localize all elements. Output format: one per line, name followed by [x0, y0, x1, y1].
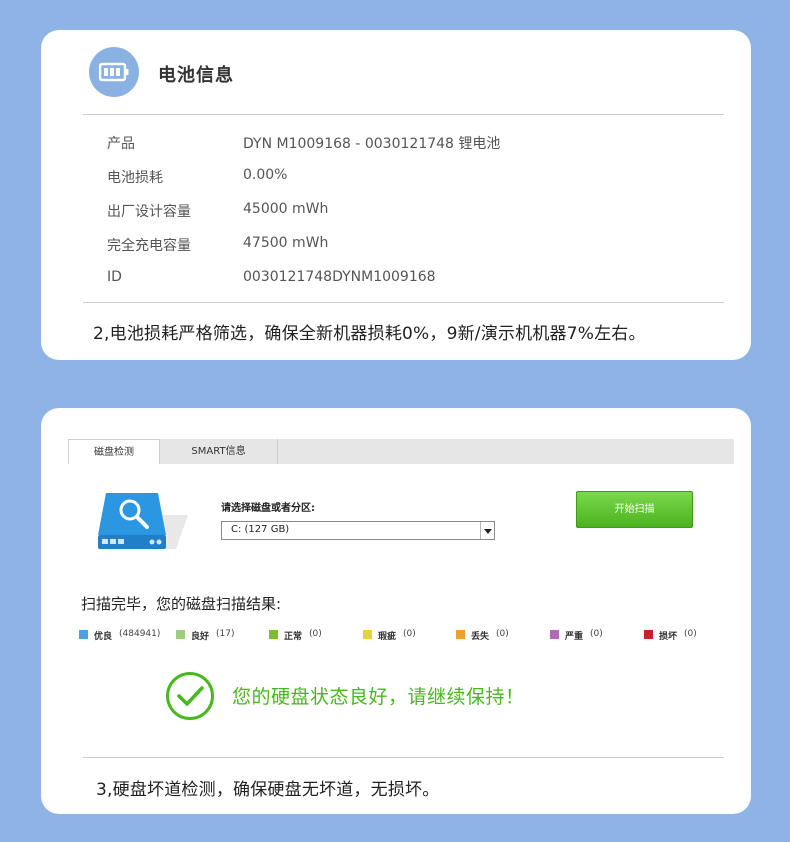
info-label: 出厂设计容量	[107, 204, 191, 220]
battery-icon	[89, 47, 139, 97]
disk-scan-card: 磁盘检测 SMART信息 请选择磁盘或者分区: C: (127 GB) 开始扫描…	[41, 408, 751, 814]
info-label: 电池损耗	[107, 170, 163, 186]
partition-select-value: C: (127 GB)	[231, 524, 290, 535]
legend-swatch	[644, 630, 653, 639]
legend-name: 严重	[565, 632, 584, 642]
tab-disk-check[interactable]: 磁盘检测	[68, 439, 160, 464]
legend-count: (0)	[403, 629, 416, 639]
legend-swatch	[269, 630, 278, 639]
partition-select[interactable]: C: (127 GB)	[221, 521, 495, 540]
legend-swatch	[550, 630, 559, 639]
start-scan-button[interactable]: 开始扫描	[576, 491, 693, 528]
divider	[83, 302, 724, 303]
legend-count: (17)	[216, 629, 235, 639]
partition-select-label: 请选择磁盘或者分区:	[221, 503, 315, 514]
info-label: ID	[107, 269, 122, 285]
chevron-down-icon[interactable]	[480, 522, 494, 539]
legend-swatch	[456, 630, 465, 639]
info-label: 完全充电容量	[107, 238, 191, 254]
battery-info-title: 电池信息	[158, 65, 234, 86]
legend-name: 正常	[284, 632, 303, 642]
info-value: DYN M1009168 - 0030121748 锂电池	[243, 136, 501, 152]
legend-name: 丢失	[471, 632, 490, 642]
legend-name: 优良	[94, 632, 113, 642]
divider	[83, 114, 724, 115]
legend-swatch	[176, 630, 185, 639]
hard-disk-search-icon	[96, 489, 188, 557]
info-label: 产品	[107, 136, 135, 152]
divider	[83, 757, 724, 758]
disk-status-text: 您的硬盘状态良好，请继续保持！	[232, 686, 525, 708]
legend-count: (0)	[309, 629, 322, 639]
legend-swatch	[363, 630, 372, 639]
battery-info-card: 电池信息 产品 DYN M1009168 - 0030121748 锂电池 电池…	[41, 30, 751, 360]
legend-name: 良好	[191, 632, 210, 642]
legend-swatch	[79, 630, 88, 639]
tab-smart-info[interactable]: SMART信息	[160, 439, 278, 464]
tab-bar: 磁盘检测 SMART信息	[68, 439, 734, 464]
info-value: 0030121748DYNM1009168	[243, 269, 436, 285]
check-circle-icon	[165, 671, 215, 725]
info-value: 0.00%	[243, 167, 288, 183]
legend-name: 损坏	[659, 632, 678, 642]
legend-count: (0)	[496, 629, 509, 639]
scan-result-title: 扫描完毕，您的磁盘扫描结果:	[81, 595, 282, 613]
legend-count: (484941)	[119, 629, 161, 639]
legend-name: 瑕疵	[378, 632, 397, 642]
info-value: 45000 mWh	[243, 201, 329, 217]
disk-note: 3,硬盘坏道检测，确保硬盘无坏道，无损坏。	[96, 780, 440, 800]
battery-note: 2,电池损耗严格筛选，确保全新机器损耗0%，9新/演示机机器7%左右。	[93, 324, 646, 344]
legend-count: (0)	[684, 629, 697, 639]
info-value: 47500 mWh	[243, 235, 329, 251]
legend-count: (0)	[590, 629, 603, 639]
